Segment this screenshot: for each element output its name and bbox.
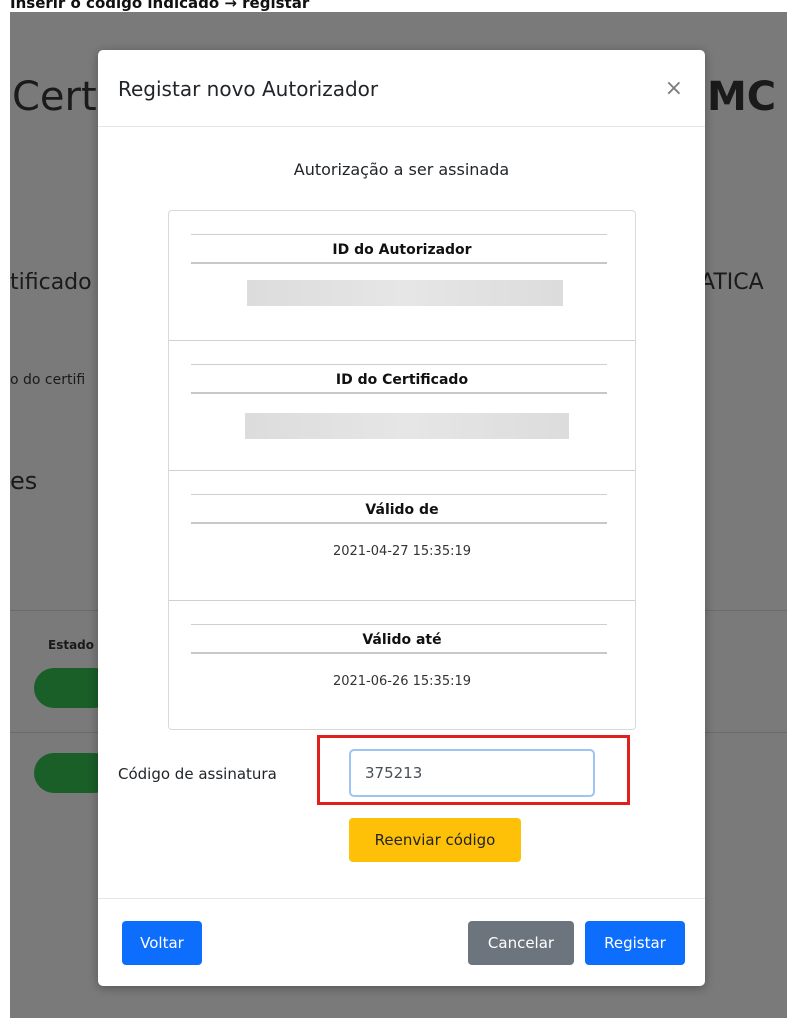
register-authorizer-modal: Registar novo Autorizador × Autorização … <box>98 50 705 986</box>
valid-from-section: Válido de 2021-04-27 15:35:19 <box>169 471 635 601</box>
bg-heading: es <box>10 467 38 495</box>
bg-section-title-left: tificado <box>10 270 92 295</box>
section-divider <box>191 364 607 365</box>
bg-small-text: o do certifi <box>10 372 86 388</box>
back-button[interactable]: Voltar <box>122 921 202 965</box>
authorizer-id-label: ID do Autorizador <box>332 242 472 258</box>
valid-until-section: Válido até 2021-06-26 15:35:19 <box>169 601 635 729</box>
authorization-subtitle: Autorização a ser assinada <box>293 160 510 179</box>
close-icon[interactable]: × <box>665 76 683 101</box>
cancel-button[interactable]: Cancelar <box>468 921 574 965</box>
redacted-authorizer-id <box>247 280 563 306</box>
modal-title: Registar novo Autorizador <box>118 77 379 101</box>
register-button[interactable]: Registar <box>585 921 685 965</box>
section-divider <box>191 262 607 264</box>
bg-page-title-right: MC <box>707 74 777 120</box>
certificate-id-section: ID do Certificado <box>169 341 635 471</box>
valid-from-label: Válido de <box>365 502 439 518</box>
section-divider <box>191 624 607 625</box>
bg-section-title-right: ATICA <box>700 270 764 295</box>
highlight-annotation <box>317 735 630 805</box>
signature-code-label: Código de assinatura <box>118 765 277 783</box>
certificate-id-label: ID do Certificado <box>335 372 469 388</box>
valid-from-value: 2021-04-27 15:35:19 <box>332 544 472 559</box>
valid-until-label: Válido até <box>362 632 442 648</box>
authorizer-id-section: ID do Autorizador <box>169 211 635 341</box>
authorization-card: ID do Autorizador ID do Certificado Váli… <box>168 210 636 730</box>
instruction-caption: Inserir o código indicado → registar <box>10 0 310 12</box>
section-divider <box>191 652 607 654</box>
section-divider <box>191 392 607 394</box>
bg-page-title-left: Cert <box>12 74 97 120</box>
section-divider <box>191 494 607 495</box>
valid-until-value: 2021-06-26 15:35:19 <box>332 674 472 689</box>
bg-column-header-estado: Estado <box>48 638 95 652</box>
redacted-certificate-id <box>245 413 569 439</box>
modal-footer: Voltar Cancelar Registar <box>98 898 705 986</box>
resend-code-button[interactable]: Reenviar código <box>349 818 521 862</box>
modal-header: Registar novo Autorizador × <box>98 50 705 127</box>
section-divider <box>191 234 607 235</box>
section-divider <box>191 522 607 524</box>
